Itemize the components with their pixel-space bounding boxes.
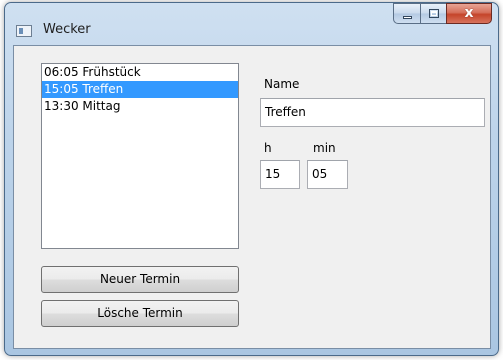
app-window-icon [16, 25, 32, 37]
close-icon: x [464, 5, 474, 21]
window-title: Wecker [43, 22, 91, 37]
minimize-icon [403, 16, 412, 19]
list-item[interactable]: 13:30 Mittag [42, 98, 238, 115]
delete-appointment-button[interactable]: Lösche Termin [41, 300, 239, 327]
caption-buttons: x [393, 3, 492, 24]
maximize-icon [429, 9, 439, 18]
name-input[interactable]: Treffen [260, 98, 485, 127]
title-bar[interactable]: Wecker x [5, 3, 498, 45]
app-window: Wecker x 06:05 Frühstück 15:05 Treffen 1… [4, 2, 499, 356]
list-item[interactable]: 06:05 Frühstück [42, 64, 238, 81]
list-item-selected[interactable]: 15:05 Treffen [42, 81, 238, 98]
minimize-button[interactable] [393, 3, 420, 24]
hour-input[interactable]: 15 [260, 160, 300, 189]
maximize-button[interactable] [420, 3, 446, 24]
close-button[interactable]: x [446, 3, 492, 24]
appointment-list[interactable]: 06:05 Frühstück 15:05 Treffen 13:30 Mitt… [41, 63, 239, 249]
new-appointment-button[interactable]: Neuer Termin [41, 266, 239, 293]
minute-label: min [313, 141, 336, 155]
minute-input[interactable]: 05 [307, 160, 348, 189]
name-label: Name [264, 77, 300, 91]
client-area: 06:05 Frühstück 15:05 Treffen 13:30 Mitt… [13, 45, 491, 349]
hour-label: h [264, 141, 272, 155]
